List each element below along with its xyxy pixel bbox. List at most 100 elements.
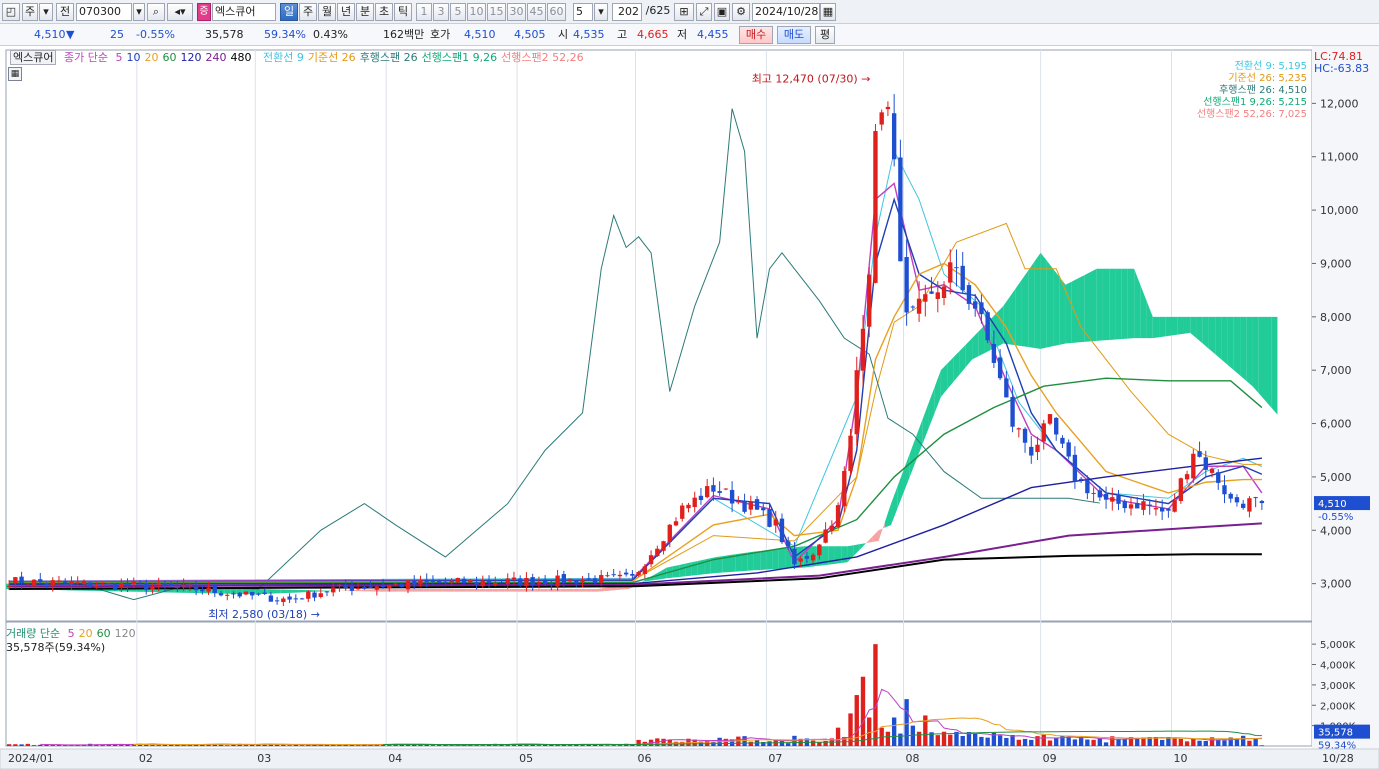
candle-body <box>592 578 598 583</box>
current-price: 4,510 <box>34 28 66 41</box>
ichimoku-cloud-segment <box>1221 316 1228 365</box>
candle-body <box>1097 490 1103 498</box>
candle-body <box>742 501 747 512</box>
candle-body <box>1054 417 1059 435</box>
interval-button-15[interactable]: 15 <box>487 3 506 21</box>
gear-icon[interactable]: ⚙ <box>732 3 750 21</box>
price-change-pct: -0.55% <box>136 28 175 41</box>
interval-button-45[interactable]: 45 <box>527 3 546 21</box>
volume-bar <box>1103 742 1109 746</box>
legend-ma-60: 60 <box>162 51 177 64</box>
stock-name-field[interactable]: 엑스큐어 <box>212 3 276 21</box>
save-icon[interactable]: ▣ <box>714 3 730 21</box>
candle-body <box>910 306 916 308</box>
ichimoku-cloud-segment <box>367 589 374 592</box>
volume-bar <box>355 745 361 746</box>
chart-type-icon[interactable]: ⊞ <box>674 3 694 21</box>
interval-button-5[interactable]: 5 <box>450 3 466 21</box>
candle-body <box>704 486 710 498</box>
x-tick-label-10: 10/28 <box>1322 752 1354 765</box>
period-button-2[interactable]: 월 <box>318 3 336 21</box>
ichimoku-cloud-segment <box>1021 270 1029 348</box>
window-icon[interactable]: ◰ <box>2 3 20 21</box>
period-button-6[interactable]: 틱 <box>394 3 412 21</box>
candle-body <box>1060 437 1065 444</box>
candle-body <box>137 582 143 584</box>
candle-body <box>611 574 616 576</box>
sell-button[interactable]: 매도 <box>777 26 811 44</box>
candle-body <box>929 291 934 294</box>
period-button-0[interactable]: 일 <box>280 3 298 21</box>
candle-body <box>1234 497 1240 503</box>
candle-body <box>1041 423 1046 442</box>
candle-body <box>162 583 168 586</box>
volume-bar <box>611 745 616 746</box>
candle-body <box>262 592 267 594</box>
volume-current-tag-label: 35,578 <box>1318 728 1353 739</box>
candle-body <box>31 579 37 587</box>
ichimoku-cloud-segment <box>379 588 387 592</box>
candle-body <box>44 583 49 585</box>
volume-bar <box>1004 737 1009 746</box>
x-axis-bar <box>0 748 1379 769</box>
candle-body <box>505 578 510 584</box>
speaker-icon[interactable]: ◂▾ <box>167 3 193 21</box>
candle-body <box>1085 479 1090 494</box>
candle-body <box>424 579 429 583</box>
date-input[interactable]: 2024/10/28 <box>752 3 820 21</box>
period-button-5[interactable]: 초 <box>375 3 393 21</box>
candle-body <box>193 586 199 591</box>
candle-body <box>493 583 498 586</box>
ichimoku-cloud-segment <box>566 588 574 592</box>
vol-y-tick-label-1: 2,000K <box>1320 701 1356 712</box>
candle-body <box>293 598 299 600</box>
legend-ma-5: 5 <box>115 51 123 64</box>
price-chart[interactable]: 2024/01 02 03 04 05 06 07 08 09 10 10/28 3,000 4,000… <box>0 46 1379 769</box>
grid-settings-icon[interactable]: ▦ <box>8 67 22 81</box>
candle-body <box>69 581 74 585</box>
candle-body <box>642 566 648 575</box>
volume-bar <box>1159 739 1165 746</box>
period-button-4[interactable]: 분 <box>356 3 374 21</box>
ichimoku-cloud-segment <box>1028 261 1035 348</box>
candle-body <box>125 583 130 586</box>
code-dropdown-icon[interactable]: ▾ <box>133 3 145 21</box>
eval-button[interactable]: 평 <box>815 26 835 44</box>
candle-body <box>387 584 392 589</box>
draw-tool-icon[interactable]: ⤢ <box>696 3 712 21</box>
candle-body <box>312 592 317 598</box>
stock-code-input[interactable]: 070300 <box>76 3 132 21</box>
interval-button-60[interactable]: 60 <box>547 3 566 21</box>
volume-bar <box>150 744 155 746</box>
interval-button-1[interactable]: 1 <box>416 3 432 21</box>
x-tick-label-1: 02 <box>139 752 153 765</box>
chevron-down-icon[interactable]: ▾ <box>39 3 53 21</box>
search-icon[interactable]: ⌕ <box>147 3 165 21</box>
volume-bar <box>1197 740 1202 746</box>
buy-button[interactable]: 매수 <box>739 26 773 44</box>
interval-button-3[interactable]: 3 <box>433 3 449 21</box>
candle-body <box>119 583 124 588</box>
ichimoku-cloud-segment <box>1071 278 1079 343</box>
candle-body <box>281 598 286 603</box>
candle-body <box>605 575 610 577</box>
ichimoku-cloud-segment <box>423 588 430 592</box>
vol-y-tick-label-2: 3,000K <box>1320 681 1356 692</box>
interval-button-30[interactable]: 30 <box>507 3 526 21</box>
ichimoku-cloud-segment <box>517 588 524 592</box>
interval-input[interactable]: 5 <box>573 3 593 21</box>
period-button-1[interactable]: 주 <box>299 3 317 21</box>
period-select[interactable]: 주 <box>22 3 38 21</box>
interval-dropdown-icon[interactable]: ▾ <box>594 3 608 21</box>
code-type-button[interactable]: 전 <box>56 3 74 21</box>
volume-bar <box>1247 740 1252 746</box>
data-count-input[interactable]: 202 <box>612 3 642 21</box>
period-button-3[interactable]: 년 <box>337 3 355 21</box>
y-tick-label-6: 9,000 <box>1320 257 1352 270</box>
vol-y-tick-label-4: 5,000K <box>1320 640 1356 651</box>
low-annotation: 최저 2,580 (03/18) → <box>208 608 320 621</box>
calendar-icon[interactable]: ▦ <box>820 3 836 21</box>
candle-body <box>754 499 760 510</box>
x-tick-label-2: 03 <box>257 752 271 765</box>
interval-button-10[interactable]: 10 <box>467 3 486 21</box>
